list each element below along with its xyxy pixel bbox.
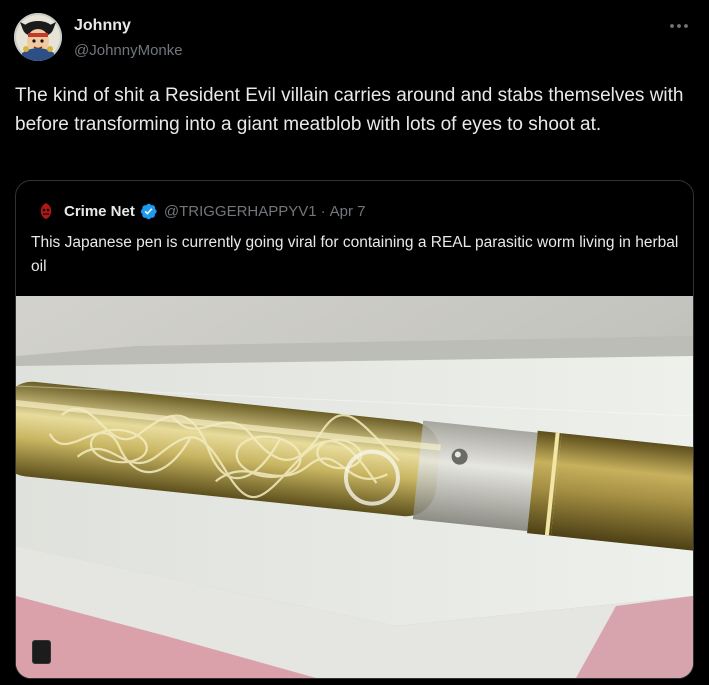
more-options-button[interactable]	[667, 16, 691, 36]
separator-dot: ·	[320, 203, 326, 220]
quoted-tweet-header: Crime Net @TRIGGERHAPPYV1 · Apr 7	[64, 202, 365, 221]
author-avatar[interactable]	[14, 13, 62, 61]
tweet-text: The kind of shit a Resident Evil villain…	[15, 85, 684, 135]
quoted-author-name[interactable]: Crime Net	[64, 203, 135, 220]
quoted-author-avatar[interactable]	[36, 201, 56, 221]
author-handle[interactable]: @JohnnyMonke	[74, 42, 183, 59]
quoted-tweet[interactable]: Crime Net @TRIGGERHAPPYV1 · Apr 7 This J…	[15, 180, 694, 679]
more-horizontal-icon	[670, 24, 688, 28]
verified-badge-icon	[139, 202, 158, 221]
quoted-tweet-date[interactable]: Apr 7	[330, 203, 366, 220]
tweet-card: Johnny @JohnnyMonke The kind of shit a R…	[0, 0, 709, 685]
crime-net-logo-icon	[36, 201, 56, 221]
quoted-tweet-media[interactable]	[16, 296, 693, 678]
avatar-image	[14, 13, 62, 61]
pen-photo-image	[16, 296, 693, 678]
author-name[interactable]: Johnny	[74, 17, 131, 35]
quoted-tweet-text: This Japanese pen is currently going vir…	[31, 234, 679, 275]
media-alt-badge[interactable]	[32, 640, 51, 664]
quoted-author-handle[interactable]: @TRIGGERHAPPYV1	[164, 203, 317, 220]
